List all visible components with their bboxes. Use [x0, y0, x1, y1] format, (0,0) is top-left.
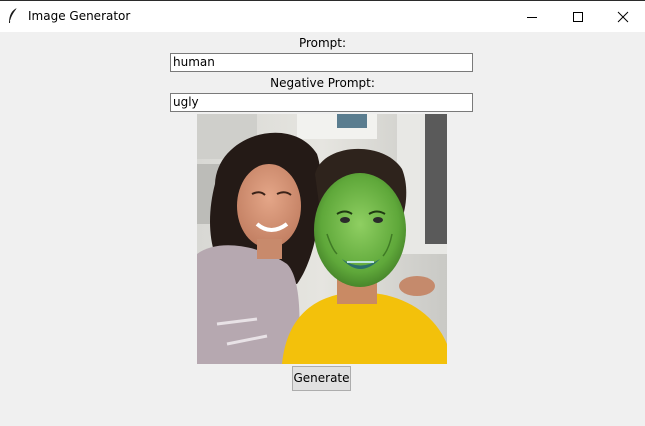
negative-prompt-input[interactable]: ugly	[170, 93, 473, 112]
window-title: Image Generator	[28, 9, 131, 23]
close-icon	[617, 11, 629, 23]
prompt-input[interactable]: human	[170, 53, 473, 72]
maximize-button[interactable]	[555, 1, 601, 32]
generate-button[interactable]: Generate	[292, 366, 351, 391]
close-button[interactable]	[600, 1, 645, 32]
minimize-icon	[527, 17, 537, 18]
generated-image	[197, 114, 447, 364]
negative-prompt-label: Negative Prompt:	[270, 76, 375, 90]
prompt-label: Prompt:	[298, 36, 347, 50]
maximize-icon	[573, 12, 583, 22]
feather-icon	[7, 7, 19, 25]
app-window: Image Generator Prompt: human Negative P…	[0, 0, 645, 426]
minimize-button[interactable]	[509, 1, 555, 32]
title-bar[interactable]: Image Generator	[0, 0, 645, 32]
